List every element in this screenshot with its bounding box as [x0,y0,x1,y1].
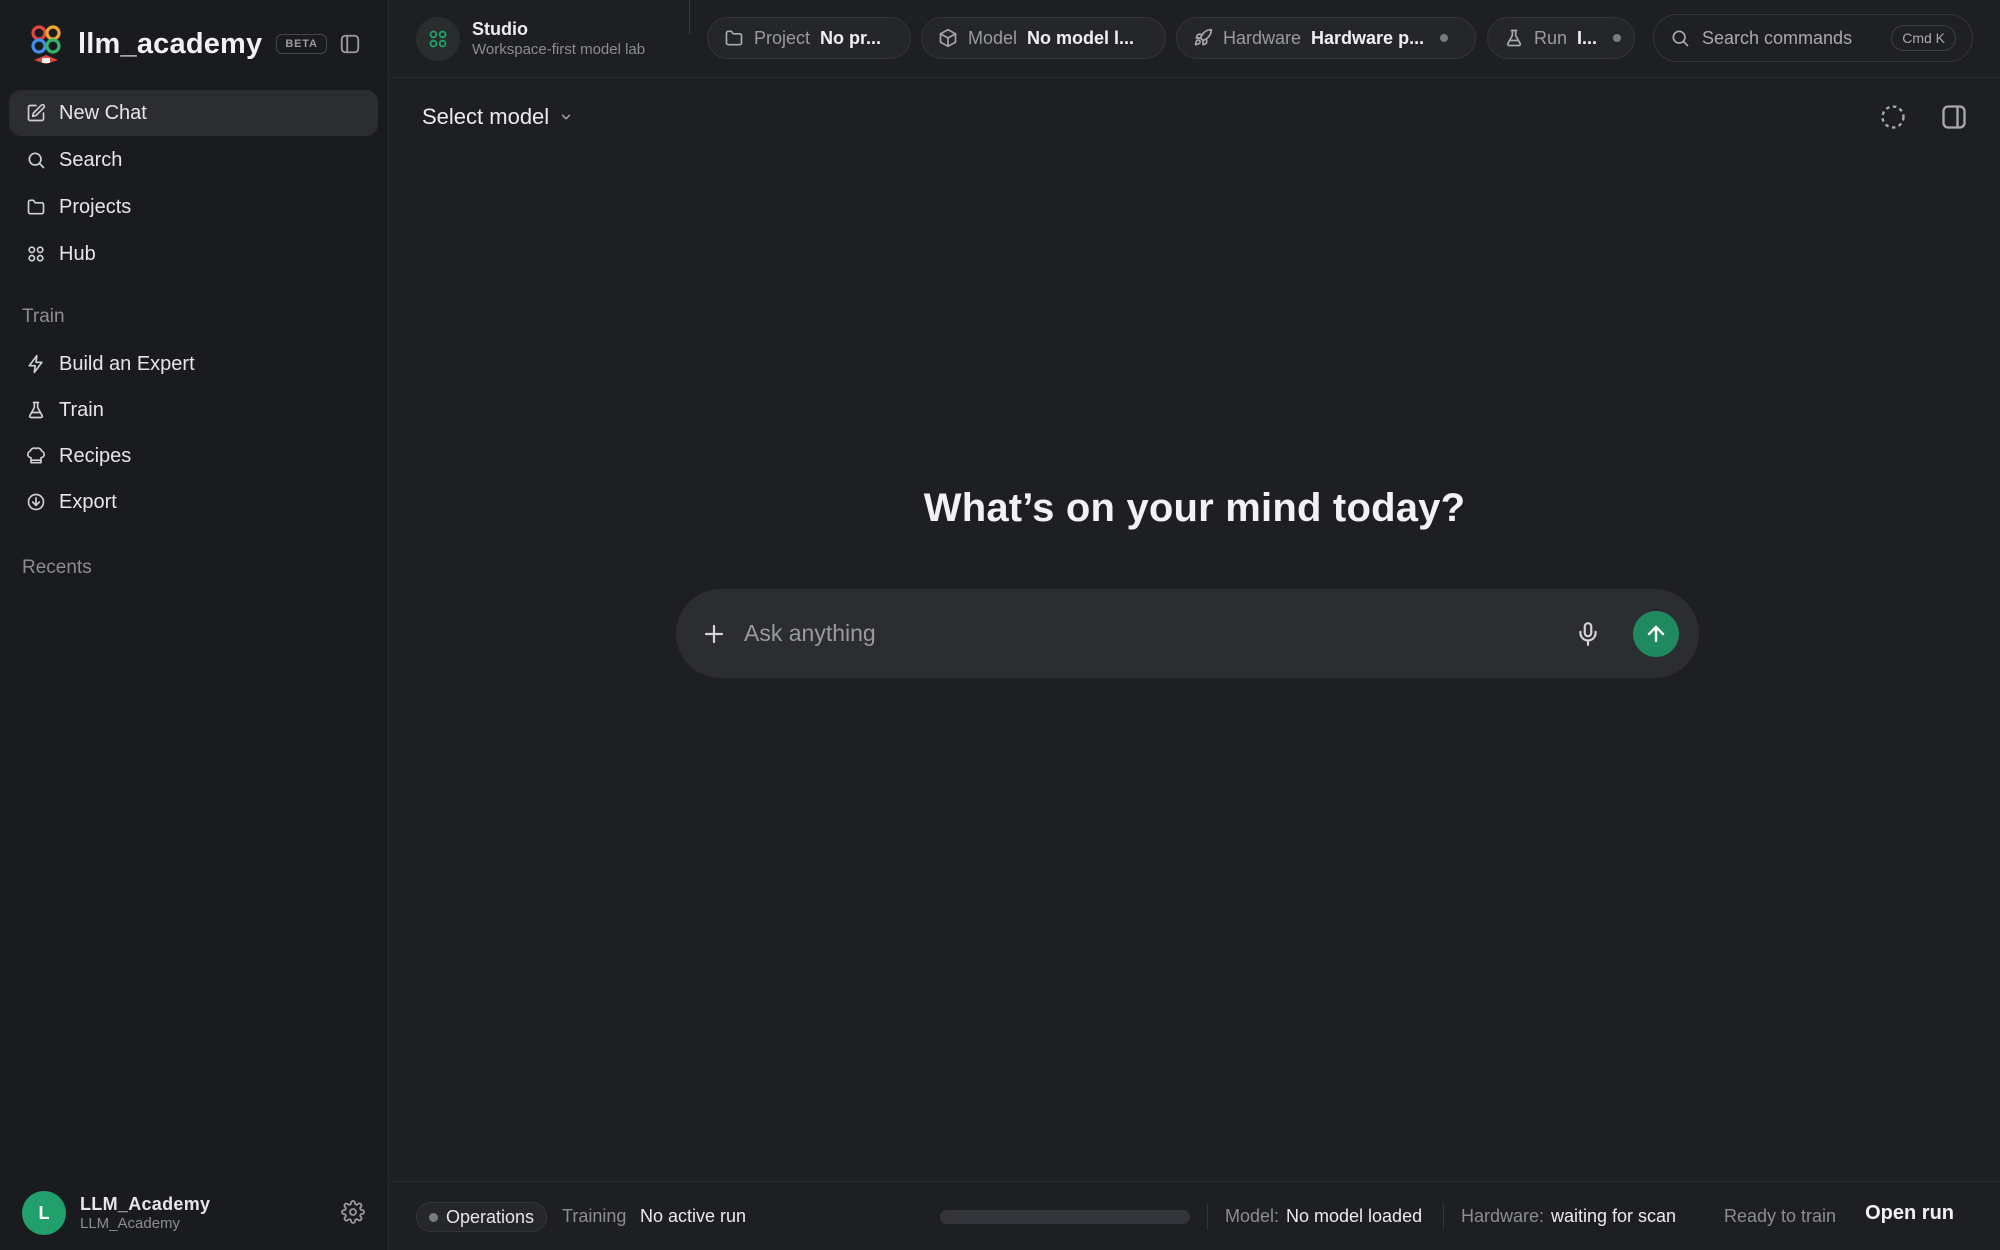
sidebar-item-label: New Chat [59,101,147,124]
sidebar-item-recipes[interactable]: Recipes [9,433,378,479]
chip-value: No pr... [820,27,882,48]
brand-name: llm_academy [78,27,263,60]
settings-button[interactable] [341,1200,367,1226]
training-label: Training [562,1206,627,1226]
shortcut-badge: Cmd K [1891,25,1956,51]
train-section-label: Train [22,306,65,327]
project-chip[interactable]: Project No pr... [707,17,911,59]
bolt-icon [25,353,47,375]
training-progress-bar [940,1210,1190,1224]
sidebar: llm_academy BETA New Chat Search Project… [0,0,389,1250]
training-status: No active run [640,1206,747,1226]
recents-section-label: Recents [22,557,92,578]
studio-switcher[interactable]: Studio Workspace-first model lab [416,17,645,61]
sidebar-item-label: Build an Expert [59,352,195,375]
studio-subtitle: Workspace-first model lab [472,40,646,58]
welcome-headline: What’s on your mind today? [923,486,1466,530]
chip-key: Hardware [1223,27,1302,48]
chat-input[interactable] [744,620,1557,647]
sidebar-item-build-expert[interactable]: Build an Expert [9,341,378,387]
grid-icon [25,243,47,265]
operations-status-dot [429,1212,438,1222]
sidebar-item-label: Train [59,398,104,421]
model-selector-label: Select model [422,104,550,129]
chip-value: Hardware p... [1311,27,1425,48]
chef-hat-icon [25,445,47,467]
gear-icon [341,1200,365,1224]
chip-key: Run [1534,27,1568,48]
status-divider [1207,1204,1208,1230]
model-status-value: No model loaded [1286,1206,1423,1226]
side-panel-toggle-button[interactable] [1940,103,1968,131]
brand[interactable]: llm_academy BETA [26,20,327,68]
ready-status: Ready to train [1724,1206,1837,1226]
model-selector[interactable]: Select model [422,100,573,134]
status-bar: Operations Training No active run Model:… [389,1181,2000,1250]
user-handle: LLM_Academy [80,1214,181,1232]
studio-title: Studio [472,19,528,40]
sidebar-item-projects[interactable]: Projects [9,184,378,230]
sidebar-item-label: Search [59,148,123,171]
hardware-status-dot [1440,34,1449,42]
sidebar-panel-icon [340,34,360,54]
sidebar-item-new-chat[interactable]: New Chat [9,90,378,136]
temporary-chat-button[interactable] [1879,103,1907,131]
top-bar: Studio Workspace-first model lab Project… [389,0,2000,78]
arrow-up-icon [1647,625,1665,642]
search-icon [1672,30,1689,47]
sidebar-primary-nav: New Chat Search Projects Hub [9,90,378,278]
brand-logo-icon [31,25,61,64]
side-panel-icon [1942,105,1966,129]
download-icon [25,491,47,513]
sidebar-item-export[interactable]: Export [9,479,378,525]
chevron-down-icon [561,114,571,120]
hardware-status-label: Hardware: [1461,1206,1545,1226]
model-chip[interactable]: Model No model l... [921,17,1166,59]
sidebar-item-label: Recipes [59,444,132,467]
folder-icon [725,30,743,46]
sidebar-train-nav: Build an Expert Train Recipes Export [9,341,378,525]
flask-icon [1506,29,1522,47]
status-divider [1443,1204,1444,1230]
command-search-placeholder: Search commands [1702,27,1853,48]
run-chip[interactable]: Run I... [1487,17,1635,59]
hardware-status-value: waiting for scan [1551,1206,1677,1226]
sidebar-item-hub[interactable]: Hub [9,231,378,277]
folder-icon [25,196,47,218]
top-divider [689,0,690,34]
command-search[interactable]: Search commands Cmd K [1653,14,1973,62]
open-run-button[interactable]: Open run [1865,1202,1954,1225]
avatar: L [22,1191,66,1235]
search-icon [25,149,47,171]
cube-icon [939,28,957,48]
sidebar-item-label: Projects [59,195,132,218]
microphone-icon[interactable] [1575,621,1601,647]
chat-composer [676,589,1699,678]
chip-value: I... [1577,27,1598,48]
model-status-label: Model: [1225,1206,1280,1226]
operations-label: Operations [446,1206,535,1227]
studio-icon [416,17,460,61]
beta-badge: BETA [276,34,327,54]
edit-icon [25,102,47,124]
user-profile[interactable]: L LLM_Academy LLM_Academy [22,1190,367,1236]
chip-key: Model [968,27,1018,48]
operations-toggle[interactable]: Operations [416,1202,548,1232]
flask-icon [25,399,47,421]
sidebar-item-search[interactable]: Search [9,137,378,183]
user-name: LLM_Academy [80,1194,211,1215]
chip-value: No model l... [1027,27,1135,48]
sidebar-item-label: Hub [59,242,96,265]
plus-icon[interactable] [702,622,726,646]
dashed-circle-icon [1881,105,1905,129]
chip-key: Project [754,27,811,48]
sidebar-item-label: Export [59,490,117,513]
sidebar-item-train[interactable]: Train [9,387,378,433]
sidebar-toggle-button[interactable] [337,31,363,57]
rocket-icon [1194,28,1213,46]
hardware-chip[interactable]: Hardware Hardware p... [1176,17,1476,59]
send-button[interactable] [1633,610,1679,657]
run-status-dot [1613,34,1622,42]
